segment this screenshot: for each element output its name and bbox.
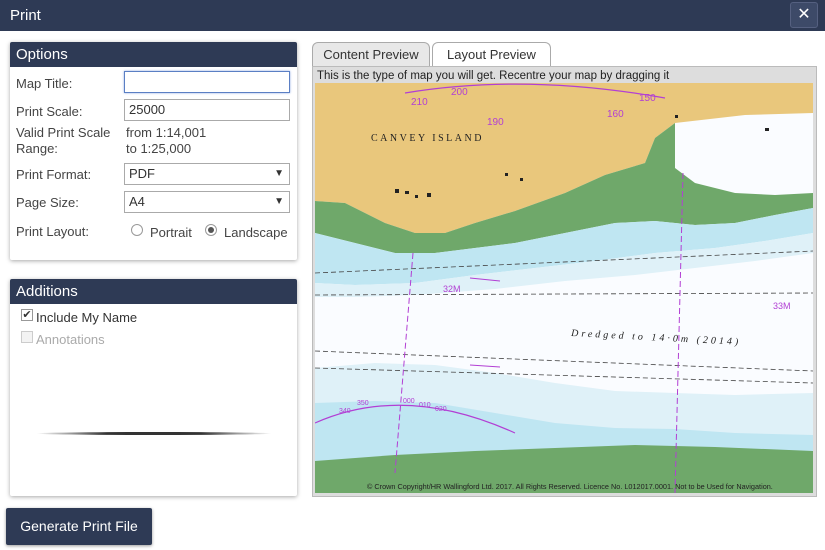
valid-range-to: to 1:25,000 (126, 141, 192, 156)
print-layout-label: Print Layout: (16, 224, 89, 239)
landscape-label: Landscape (224, 225, 288, 240)
compass2-010: 010 (419, 402, 431, 409)
print-scale-input[interactable]: 25000 (124, 99, 290, 121)
compass-150: 150 (639, 93, 656, 104)
close-button[interactable]: ✕ (790, 2, 818, 28)
page-size-value: A4 (129, 194, 145, 209)
nautical-chart: CANVEY ISLAND Dredged to 14·0m (2014) 32… (315, 83, 813, 493)
compass-200: 200 (451, 87, 468, 98)
map-copyright: © Crown Copyright/HR Wallingford Ltd. 20… (367, 482, 773, 491)
print-format-select[interactable]: PDF ▼ (124, 163, 290, 185)
valid-range-label-2: Range: (16, 141, 58, 156)
bearing-33-label: 33M (773, 301, 791, 311)
additions-panel: Additions ✔ Include My Name Annotations (10, 279, 297, 496)
compass-190: 190 (487, 117, 504, 128)
portrait-label: Portrait (150, 225, 192, 240)
options-panel: Options Map Title: Print Scale: 25000 Va… (10, 42, 297, 260)
divider (36, 432, 272, 435)
bearing-32-label: 32M (443, 284, 461, 294)
compass-160: 160 (607, 109, 624, 120)
valid-range-from: from 1:14,001 (126, 125, 207, 140)
compass2-350: 350 (357, 400, 369, 407)
landscape-radio[interactable] (205, 224, 217, 236)
include-name-checkbox[interactable]: ✔ (21, 309, 33, 321)
options-heading: Options (10, 42, 297, 67)
annotations-label: Annotations (36, 332, 105, 347)
include-name-label: Include My Name (36, 310, 138, 325)
chevron-down-icon: ▼ (274, 196, 284, 207)
additions-heading: Additions (10, 279, 297, 304)
tab-layout-preview[interactable]: Layout Preview (432, 42, 551, 68)
map-title-input[interactable] (124, 71, 290, 93)
compass2-020: 020 (435, 406, 447, 413)
compass2-000: 000 (403, 398, 415, 405)
portrait-radio[interactable] (131, 224, 143, 236)
map-preview[interactable]: CANVEY ISLAND Dredged to 14·0m (2014) 32… (315, 83, 813, 493)
print-scale-label: Print Scale: (16, 104, 83, 119)
generate-print-file-button[interactable]: Generate Print File (6, 508, 152, 545)
print-format-label: Print Format: (16, 167, 92, 182)
dialog-titlebar: Print ✕ (0, 0, 825, 31)
map-title-label: Map Title: (16, 76, 73, 91)
layout-preview-pane: This is the type of map you will get. Re… (312, 66, 817, 497)
print-format-value: PDF (129, 166, 155, 181)
island-label: CANVEY ISLAND (371, 133, 484, 144)
compass2-340: 340 (339, 408, 351, 415)
close-icon: ✕ (797, 6, 811, 23)
tab-content-preview[interactable]: Content Preview (312, 42, 430, 67)
annotations-checkbox[interactable] (21, 331, 33, 343)
compass-210: 210 (411, 97, 428, 108)
dialog-title: Print (10, 7, 41, 24)
page-size-label: Page Size: (16, 195, 79, 210)
valid-range-label: Valid Print Scale (16, 125, 111, 140)
page-size-select[interactable]: A4 ▼ (124, 191, 290, 213)
chevron-down-icon: ▼ (274, 168, 284, 179)
preview-hint: This is the type of map you will get. Re… (317, 70, 670, 82)
